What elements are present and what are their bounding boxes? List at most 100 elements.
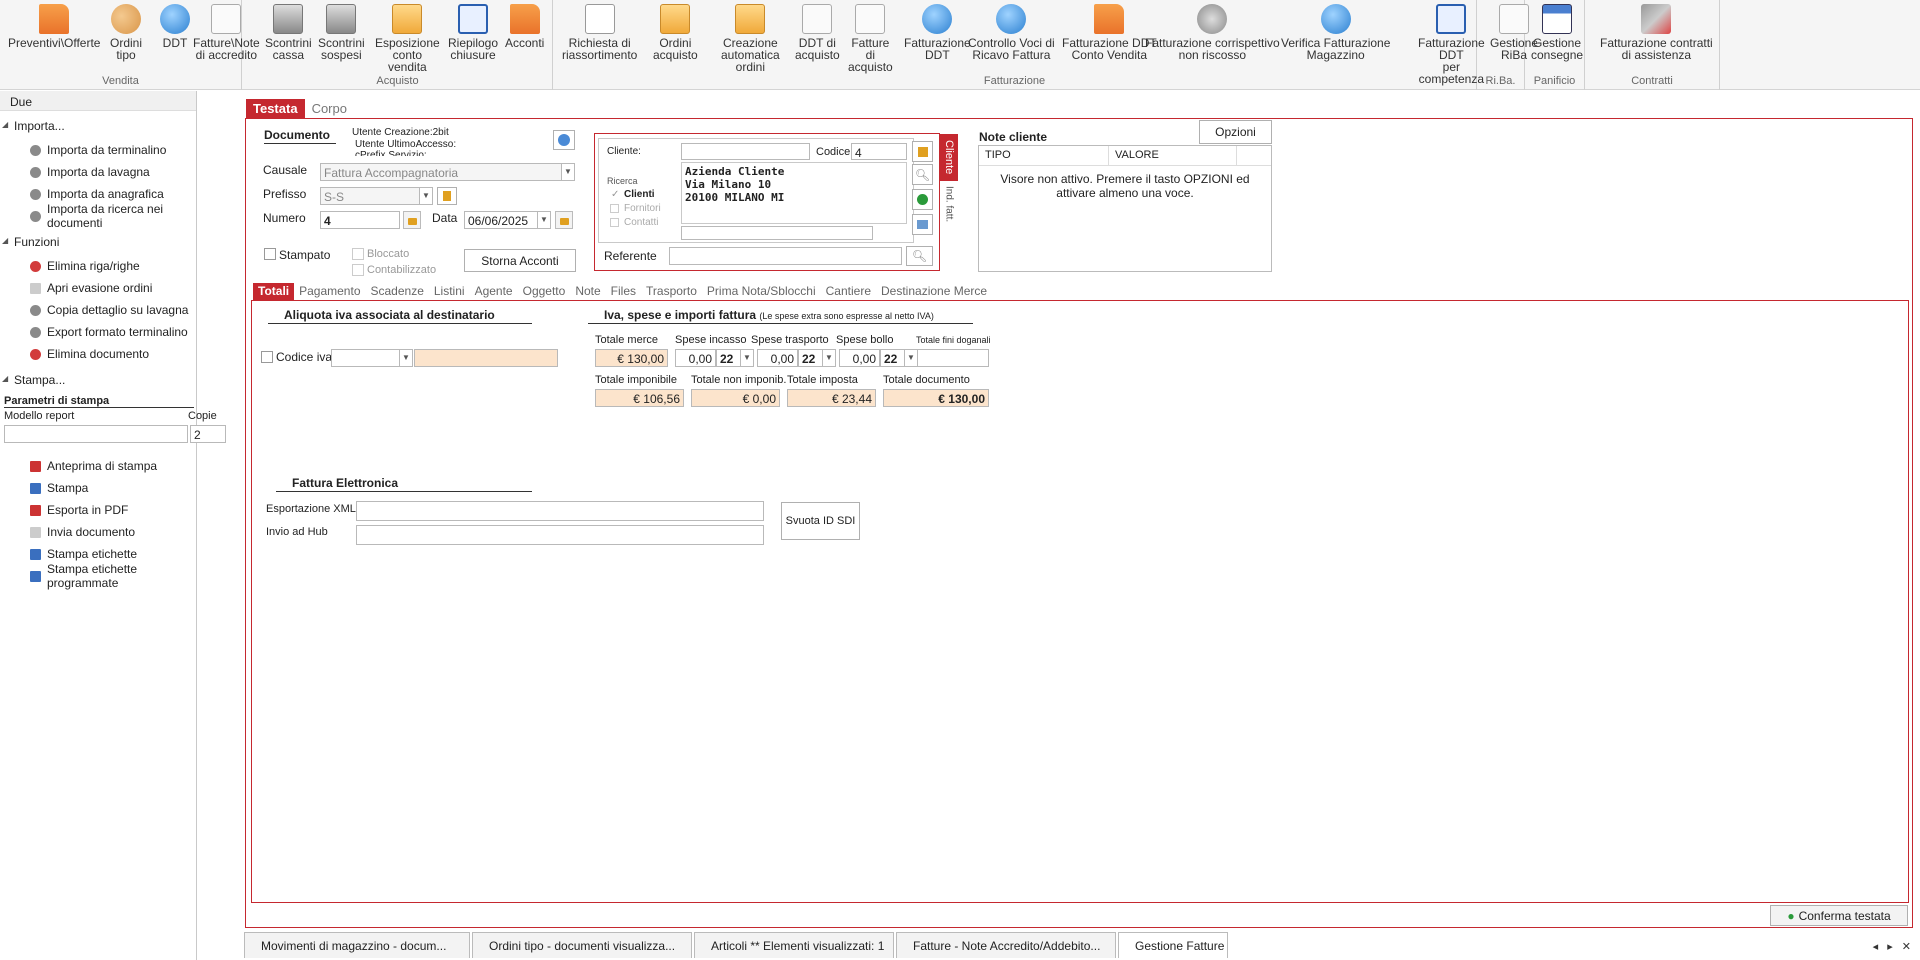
numero-lock-icon[interactable] xyxy=(403,211,421,229)
totale-fini-doganali-field[interactable] xyxy=(917,349,989,367)
side-tab-cliente[interactable]: Cliente xyxy=(940,134,958,181)
ribbon-button-1-1[interactable]: Preventivi\Offerte xyxy=(8,4,100,49)
svuota-id-sdi-button[interactable]: Svuota ID SDI xyxy=(781,502,860,540)
ribbon-button-6-1[interactable]: Fatturazione contratti di assistenza xyxy=(1600,4,1713,61)
spese-bollo-iva-dropdown[interactable]: ▼ xyxy=(904,349,918,367)
sidebar-item-export-terminal[interactable]: Export formato terminalino xyxy=(0,321,196,343)
sidebar-item-print-preview[interactable]: Anteprima di stampa xyxy=(0,455,196,477)
storna-acconti-button[interactable]: Storna Acconti xyxy=(464,249,576,272)
sidebar-item-delete-rows[interactable]: Elimina riga/righe xyxy=(0,255,196,277)
bloccato-checkbox[interactable] xyxy=(352,248,364,260)
prefisso-select[interactable]: S-S xyxy=(320,187,420,205)
subtab-scadenze[interactable]: Scadenze xyxy=(366,283,429,300)
causale-select[interactable]: Fattura Accompagnatoria xyxy=(320,163,562,181)
invio-hub-field[interactable] xyxy=(356,525,764,545)
ribbon-button-3-3[interactable]: Fatturazione DDT Conto Vendita xyxy=(1062,4,1157,61)
sidebar-item-open-orders[interactable]: Apri evasione ordini xyxy=(0,277,196,299)
data-lock-icon[interactable] xyxy=(555,211,573,229)
cliente-extra-field[interactable] xyxy=(681,226,873,240)
sidebar-item-delete-document[interactable]: Elimina documento xyxy=(0,343,196,365)
ribbon-button-1-2[interactable]: Ordini tipo xyxy=(110,4,142,61)
prefix-finger-button[interactable] xyxy=(437,187,457,205)
report-model-select[interactable] xyxy=(4,425,188,443)
data-dropdown[interactable]: ▼ xyxy=(537,211,551,229)
spese-incasso-field[interactable]: 0,00 xyxy=(675,349,716,367)
bottom-tab-3[interactable]: Articoli ** Elementi visualizzati: 1 xyxy=(694,932,894,958)
ribbon-button-5-1[interactable]: Gestione consegne xyxy=(1531,4,1583,61)
spese-bollo-field[interactable]: 0,00 xyxy=(839,349,880,367)
clienti-option[interactable]: Clienti xyxy=(624,189,655,200)
tab-testata[interactable]: Testata xyxy=(246,99,305,119)
subtab-agente[interactable]: Agente xyxy=(470,283,518,300)
data-field[interactable]: 06/06/2025 xyxy=(464,211,538,229)
sidebar-item-print[interactable]: Stampa xyxy=(0,477,196,499)
sidebar-item-print-scheduled-labels[interactable]: Stampa etichette programmate xyxy=(0,562,196,590)
document-icon xyxy=(211,4,242,34)
bottom-tab-2[interactable]: Ordini tipo - documenti visualizza... xyxy=(472,932,692,958)
ribbon-button-3-6[interactable]: Fatturazione DDT per competenza xyxy=(1418,4,1485,85)
side-tab-ind-fatt[interactable]: Ind. fatt. xyxy=(942,186,956,234)
ribbon-group-1: Vendita Preventivi\Offerte Ordini tipo DDT F… xyxy=(0,0,544,90)
subtab-destinazione-merce[interactable]: Destinazione Merce xyxy=(876,283,992,300)
subtab-note[interactable]: Note xyxy=(570,283,605,300)
referente-field[interactable] xyxy=(669,247,902,265)
sidebar-item-export-pdf[interactable]: Esporta in PDF xyxy=(0,499,196,521)
sidebar-item-import-board[interactable]: Importa da lavagna xyxy=(0,161,196,183)
bottom-tab-5[interactable]: Gestione Fatture xyxy=(1118,932,1228,958)
opzioni-button[interactable]: Opzioni xyxy=(1199,120,1272,144)
fornitori-checkbox[interactable] xyxy=(610,204,619,213)
ribbon-button-1-3[interactable]: DDT xyxy=(160,4,190,49)
subtab-trasporto[interactable]: Trasporto xyxy=(641,283,702,300)
referente-search-button[interactable]: 🔍︎ xyxy=(906,246,933,266)
codice-iva-checkbox[interactable] xyxy=(261,351,273,363)
stampato-checkbox[interactable] xyxy=(264,248,276,260)
sidebar-item-import-terminal[interactable]: Importa da terminalino xyxy=(0,139,196,161)
ribbon-button-3-4[interactable]: Fatturazione corrispettivo non riscosso xyxy=(1145,4,1280,61)
spese-incasso-iva-field[interactable]: 22 xyxy=(716,349,741,367)
causale-dropdown[interactable]: ▼ xyxy=(561,163,575,181)
spese-trasporto-iva-field[interactable]: 22 xyxy=(798,349,823,367)
subtab-files[interactable]: Files xyxy=(606,283,641,300)
ribbon-button-3-1[interactable]: Fatturazione DDT xyxy=(904,4,971,61)
subtab-cantiere[interactable]: Cantiere xyxy=(821,283,876,300)
ribbon-button-3-2[interactable]: Controllo Voci di Ricavo Fattura xyxy=(968,4,1055,61)
subtab-listini[interactable]: Listini xyxy=(429,283,470,300)
print-params-title: Parametri di stampa xyxy=(4,395,194,408)
tab-navigation-controls[interactable]: ◂ ▸ ✕ xyxy=(1873,940,1914,953)
spese-trasporto-iva-dropdown[interactable]: ▼ xyxy=(822,349,836,367)
numero-field[interactable]: 4 xyxy=(320,211,400,229)
users-button[interactable] xyxy=(553,130,575,150)
cliente-search-input[interactable] xyxy=(681,143,810,160)
spese-trasporto-field[interactable]: 0,00 xyxy=(757,349,798,367)
contatti-checkbox[interactable] xyxy=(610,218,619,227)
tab-corpo[interactable]: Corpo xyxy=(305,99,354,119)
bottom-tab-4[interactable]: Fatture - Note Accredito/Addebito... xyxy=(896,932,1116,958)
contabilizzato-checkbox[interactable] xyxy=(352,264,364,276)
sidebar-item-import-search[interactable]: Importa da ricerca nei documenti xyxy=(0,202,196,230)
subtab-pagamento[interactable]: Pagamento xyxy=(294,283,365,300)
codice-field[interactable]: 4 xyxy=(851,143,907,160)
client-details-button[interactable] xyxy=(912,214,933,235)
add-client-button[interactable] xyxy=(912,189,933,210)
copies-select[interactable]: 2 xyxy=(190,425,226,443)
bottom-tab-1[interactable]: Movimenti di magazzino - docum... xyxy=(244,932,470,958)
broom-button[interactable] xyxy=(912,141,933,162)
import-section-toggle[interactable]: Importa... xyxy=(0,119,196,133)
clienti-checkmark-icon[interactable]: ✓ xyxy=(611,189,619,200)
subtab-oggetto[interactable]: Oggetto xyxy=(518,283,571,300)
esportazione-xml-field[interactable] xyxy=(356,501,764,521)
codice-iva-select[interactable] xyxy=(331,349,400,367)
subtab-prima-nota-sblocchi[interactable]: Prima Nota/Sblocchi xyxy=(702,283,821,300)
spese-incasso-iva-dropdown[interactable]: ▼ xyxy=(740,349,754,367)
conferma-testata-button[interactable]: ● Conferma testata xyxy=(1770,905,1908,926)
subtab-totali[interactable]: Totali xyxy=(253,283,295,300)
search-client-button[interactable]: 🔍︎ xyxy=(912,164,933,185)
sidebar-item-copy-board[interactable]: Copia dettaglio su lavagna xyxy=(0,299,196,321)
ribbon-button-3-5[interactable]: Verifica Fatturazione Magazzino xyxy=(1281,4,1390,61)
print-section-toggle[interactable]: Stampa... xyxy=(0,373,196,387)
spese-bollo-iva-field[interactable]: 22 xyxy=(880,349,905,367)
codice-iva-dropdown[interactable]: ▼ xyxy=(399,349,413,367)
sidebar-item-send-document[interactable]: Invia documento xyxy=(0,521,196,543)
functions-section-toggle[interactable]: Funzioni xyxy=(0,235,196,249)
prefisso-dropdown[interactable]: ▼ xyxy=(419,187,433,205)
